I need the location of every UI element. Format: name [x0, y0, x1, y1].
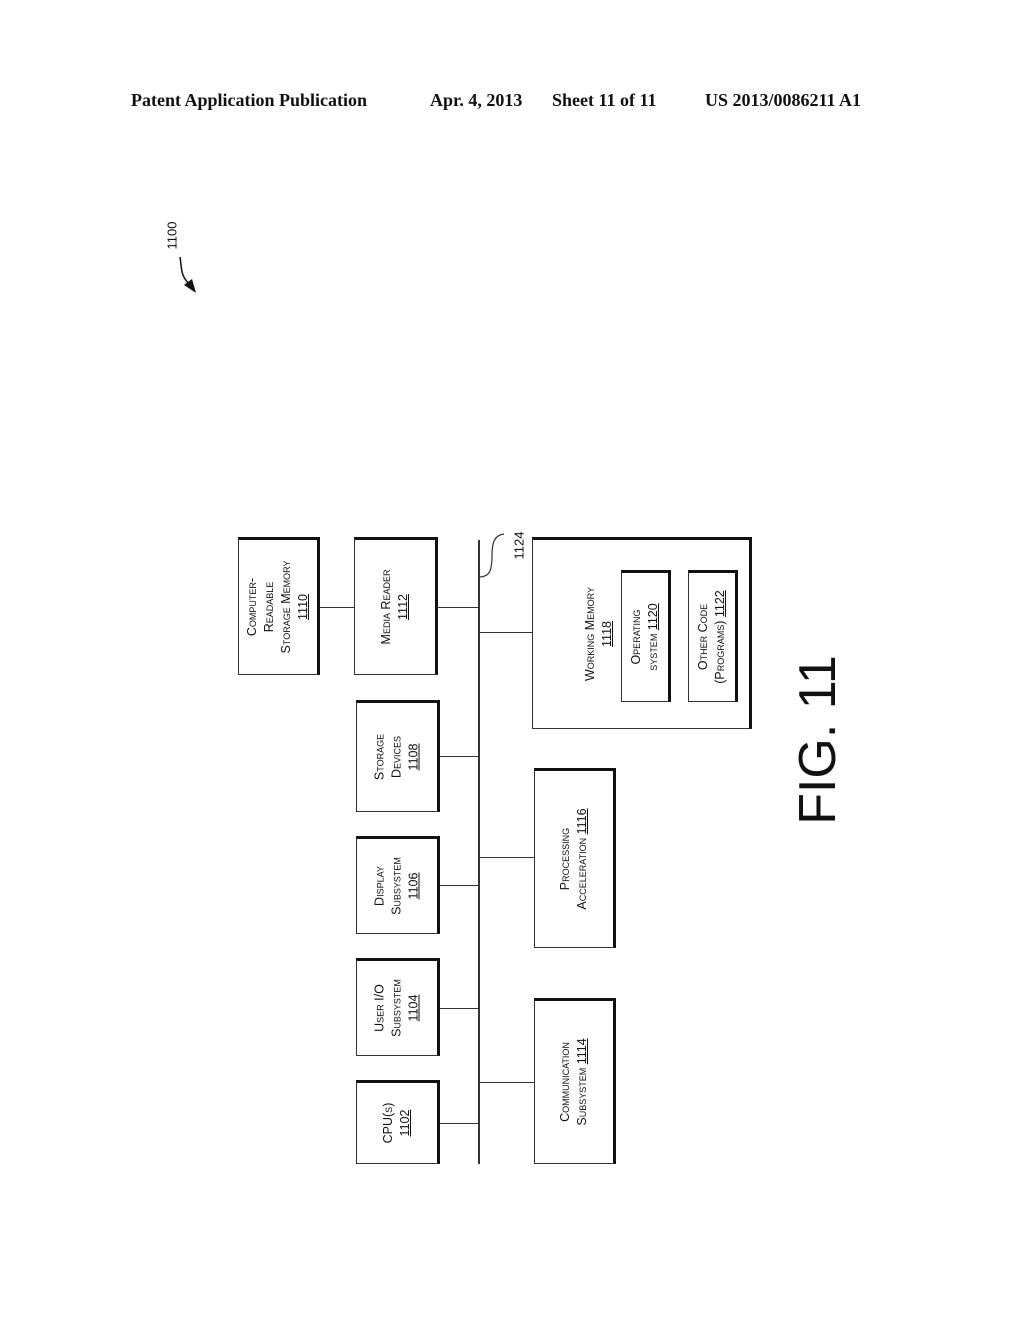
box-label: (Programs) 1122 — [713, 590, 727, 684]
box-label: Computer- — [245, 577, 259, 637]
box-label: Communication — [558, 1042, 572, 1122]
box-ref-number: 1104 — [406, 994, 421, 1022]
box-label: Processing — [558, 827, 572, 891]
box-label: CPU(s) — [381, 1102, 395, 1144]
sheet-number: Sheet 11 of 11 — [552, 90, 657, 110]
connector-cpu-bus — [440, 1123, 478, 1124]
patent-number: US 2013/0086211 A1 — [705, 90, 862, 110]
box-label: Operating — [629, 609, 643, 665]
box-ref-number: 1108 — [406, 743, 421, 771]
publication-title: Patent Application Publication — [131, 90, 368, 110]
connector-bus-working-memory — [478, 632, 532, 633]
box-label: Subsystem — [389, 979, 404, 1037]
box-label: Media Reader — [379, 569, 393, 645]
storage-devices-box: Storage Devices 1108 — [356, 700, 440, 812]
box-label: system 1120 — [646, 603, 660, 671]
box-ref-number: 1114 — [575, 1038, 589, 1065]
publication-date: Apr. 4, 2013 — [430, 90, 523, 110]
figure-ref-number: 1100 — [164, 221, 180, 250]
box-ref-number: 1116 — [575, 808, 589, 835]
communication-subsystem-box: Communication Subsystem 1114 — [534, 998, 616, 1164]
box-ref-number: 1120 — [646, 603, 660, 631]
box-label: Storage — [372, 733, 387, 781]
box-label: Subsystem — [389, 857, 404, 915]
box-label: Acceleration 1116 — [575, 808, 589, 910]
connector-display-bus — [440, 885, 478, 886]
connector-crsm-media — [320, 607, 354, 608]
ref-arrow-icon — [179, 256, 196, 293]
media-reader-box: Media Reader 1112 — [354, 537, 438, 675]
connector-storage-bus — [440, 756, 478, 757]
connector-media-bus — [438, 607, 478, 608]
box-label: User I/O — [372, 984, 387, 1032]
box-ref-number: 1110 — [296, 594, 310, 620]
connector-userio-bus — [440, 1008, 478, 1009]
box-label: Working Memory — [583, 586, 597, 682]
connector-bus-communication — [478, 1082, 534, 1083]
system-bus — [478, 540, 480, 1164]
display-subsystem-box: Display Subsystem 1106 — [356, 836, 440, 934]
working-memory-box: Working Memory 1118 Operating system 112… — [532, 537, 752, 729]
box-ref-number: 1106 — [406, 872, 421, 900]
box-ref-number: 1102 — [398, 1109, 412, 1137]
bus-ref-leader — [478, 533, 505, 578]
connector-bus-processing-acceleration — [478, 857, 534, 858]
user-io-subsystem-box: User I/O Subsystem 1104 — [356, 958, 440, 1056]
figure-label: FIG. 11 — [789, 655, 847, 825]
processing-acceleration-box: Processing Acceleration 1116 — [534, 768, 616, 948]
box-label: Devices — [389, 735, 404, 779]
box-label: Subsystem 1114 — [575, 1038, 589, 1126]
cpu-box: CPU(s) 1102 — [356, 1080, 440, 1164]
box-label: Display — [372, 866, 387, 906]
computer-readable-storage-memory-box: Computer- Readable Storage Memory 1110 — [238, 537, 320, 675]
box-ref-number: 1122 — [713, 590, 727, 618]
other-code-box: Other Code (Programs) 1122 — [688, 570, 738, 702]
box-label: Other Code — [696, 603, 710, 671]
box-label: Readable — [262, 581, 276, 633]
box-ref-number: 1112 — [396, 594, 410, 620]
box-label: Storage Memory — [279, 560, 293, 654]
operating-system-box: Operating system 1120 — [621, 570, 671, 702]
bus-ref-number: 1124 — [511, 531, 527, 560]
box-ref-number: 1118 — [600, 621, 614, 647]
